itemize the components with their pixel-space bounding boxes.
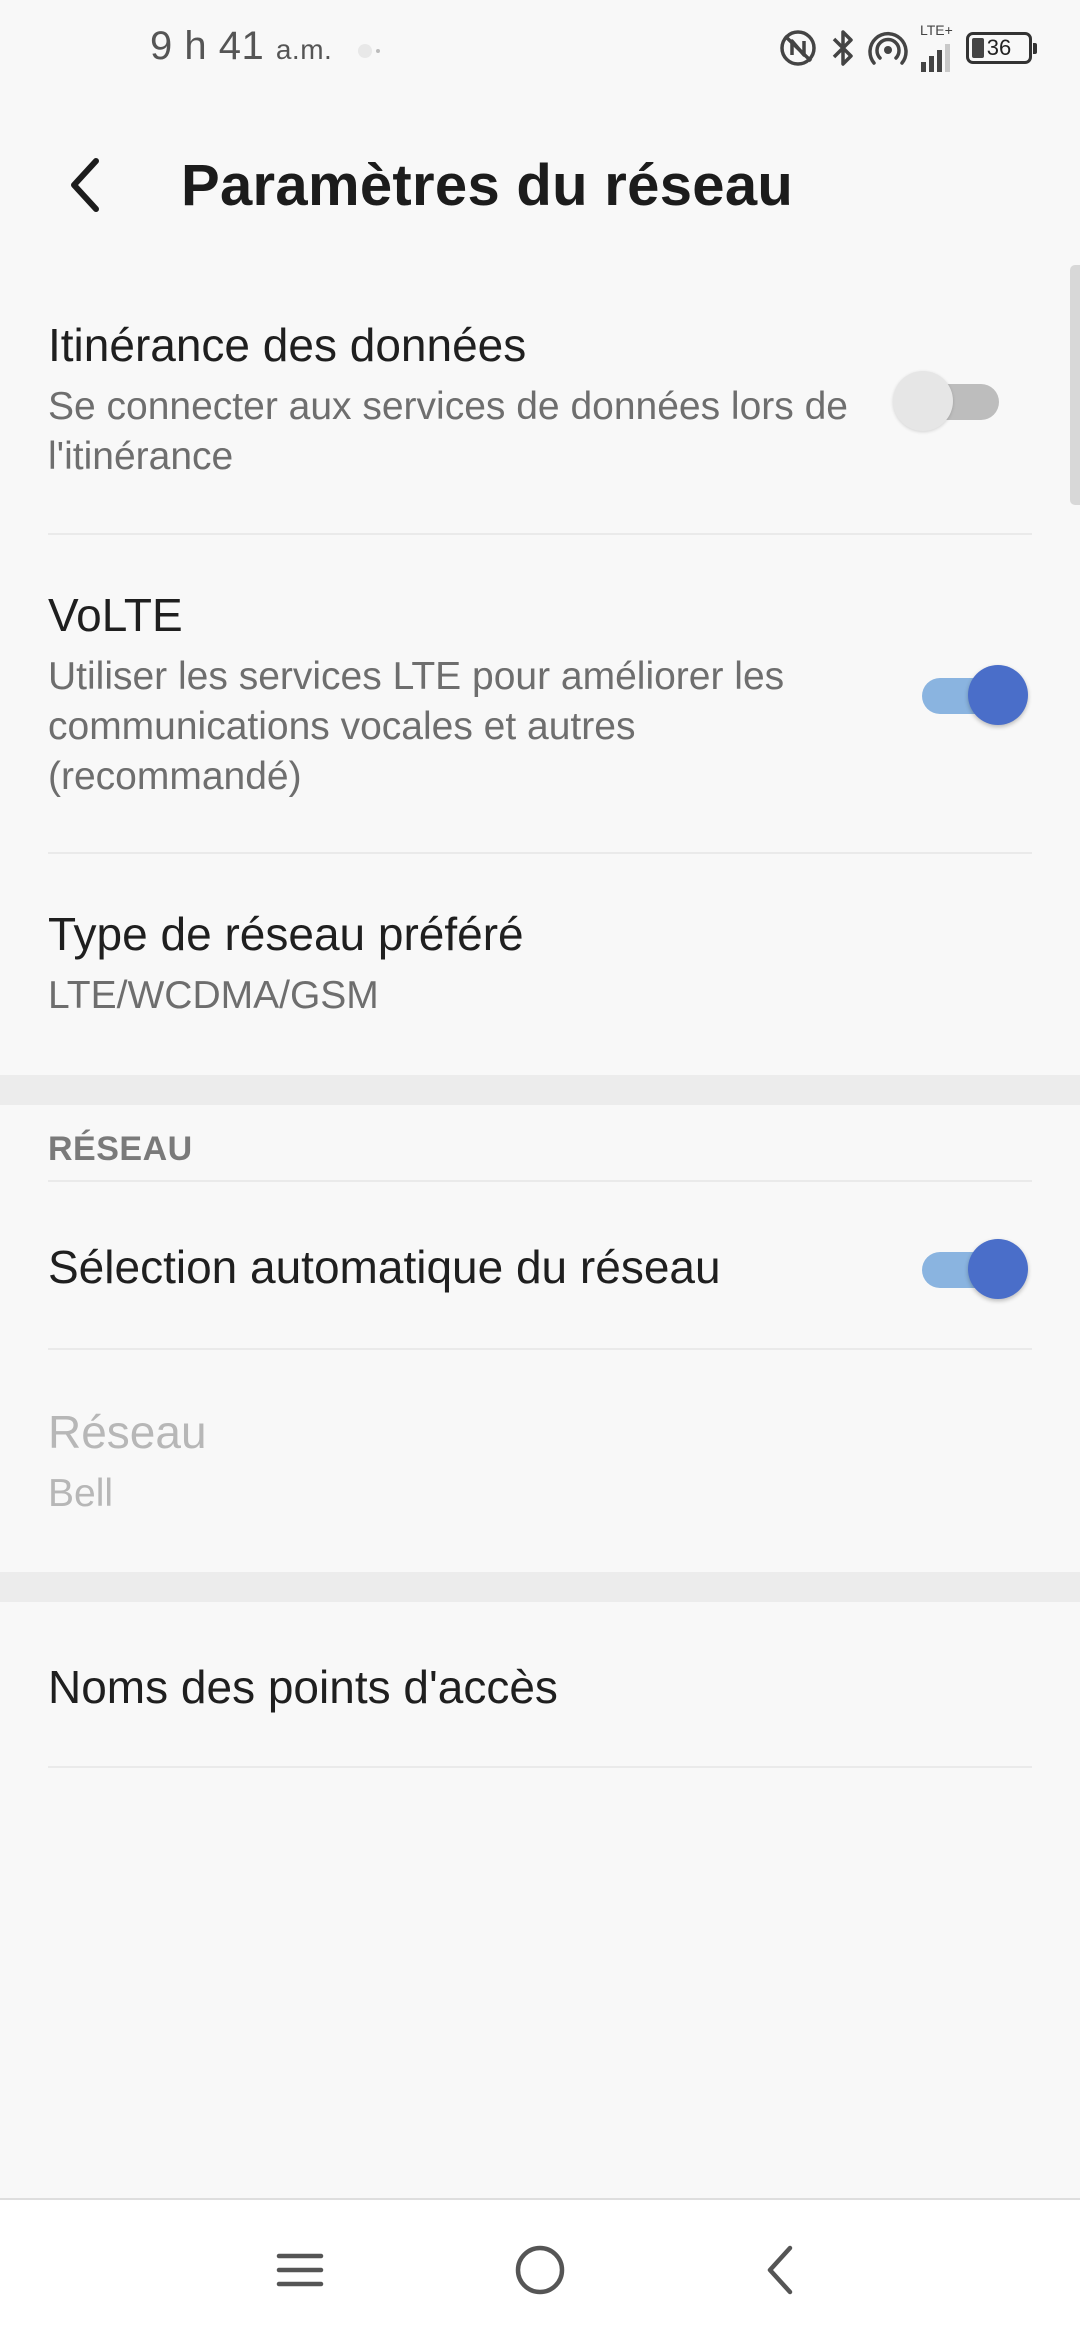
- setting-title: Réseau: [48, 1406, 207, 1458]
- toggle-thumb: [968, 665, 1028, 725]
- setting-title: Noms des points d'accès: [48, 1661, 558, 1713]
- setting-access-point-names[interactable]: Noms des points d'accès: [48, 1660, 1032, 1714]
- system-navigation-bar: [0, 2198, 1080, 2340]
- notification-dot-small-icon: [376, 49, 380, 53]
- section-separator: [0, 1572, 1080, 1602]
- status-time-ampm: a.m.: [275, 34, 333, 65]
- setting-title: VoLTE: [48, 589, 183, 641]
- setting-value: Bell: [48, 1472, 114, 1515]
- status-time: 9 h 41 a.m.: [150, 24, 332, 69]
- back-button[interactable]: [50, 150, 120, 220]
- setting-summary: Utiliser les services LTE pour améliorer…: [48, 655, 785, 798]
- setting-volte[interactable]: VoLTE Utiliser les services LTE pour amé…: [48, 588, 1032, 802]
- volte-toggle[interactable]: [918, 658, 1028, 728]
- hotspot-icon: [868, 28, 908, 68]
- battery-level: 36: [986, 35, 1012, 60]
- toggle-thumb: [968, 1239, 1028, 1299]
- home-icon: [515, 2245, 565, 2295]
- setting-auto-network-selection[interactable]: Sélection automatique du réseau: [48, 1240, 1032, 1294]
- divider: [48, 852, 1032, 854]
- menu-icon: [276, 2253, 324, 2287]
- setting-data-roaming[interactable]: Itinérance des données Se connecter aux …: [48, 318, 1032, 482]
- toggle-thumb: [893, 371, 953, 431]
- setting-summary: Se connecter aux services de données lor…: [48, 385, 848, 478]
- system-back-button[interactable]: [740, 2230, 820, 2310]
- setting-preferred-network-type[interactable]: Type de réseau préféré LTE/WCDMA/GSM: [48, 907, 1032, 1021]
- notification-dot-icon: [358, 44, 372, 58]
- setting-network: Réseau Bell: [48, 1405, 1032, 1519]
- setting-title: Itinérance des données: [48, 319, 527, 371]
- divider: [48, 533, 1032, 535]
- divider: [48, 1766, 1032, 1768]
- network-type-label: LTE+: [920, 22, 953, 38]
- battery-icon: 36: [966, 32, 1037, 64]
- status-bar: 9 h 41 a.m. LTE+ 36: [0, 0, 1080, 100]
- auto-network-selection-toggle[interactable]: [918, 1232, 1028, 1302]
- divider: [48, 1348, 1032, 1350]
- divider: [48, 1180, 1032, 1182]
- setting-value: LTE/WCDMA/GSM: [48, 974, 379, 1017]
- status-icons: LTE+ 36: [778, 18, 1037, 78]
- back-icon: [767, 2245, 793, 2295]
- signal-icon: LTE+: [920, 22, 954, 72]
- scroll-indicator: [1070, 265, 1080, 505]
- battery-fill: [972, 38, 984, 58]
- page-title: Paramètres du réseau: [181, 153, 794, 218]
- setting-title: Type de réseau préféré: [48, 908, 524, 960]
- nfc-icon: [778, 28, 818, 68]
- status-time-value: 9 h 41: [150, 24, 265, 68]
- data-roaming-toggle[interactable]: [893, 364, 1003, 434]
- section-header-network: RÉSEAU: [48, 1130, 193, 1168]
- section-separator: [0, 1075, 1080, 1105]
- back-arrow-icon: [71, 158, 99, 212]
- bluetooth-icon: [830, 28, 856, 68]
- app-bar: Paramètres du réseau: [0, 130, 1080, 240]
- recents-button[interactable]: [260, 2230, 340, 2310]
- home-button[interactable]: [500, 2230, 580, 2310]
- setting-title: Sélection automatique du réseau: [48, 1241, 721, 1293]
